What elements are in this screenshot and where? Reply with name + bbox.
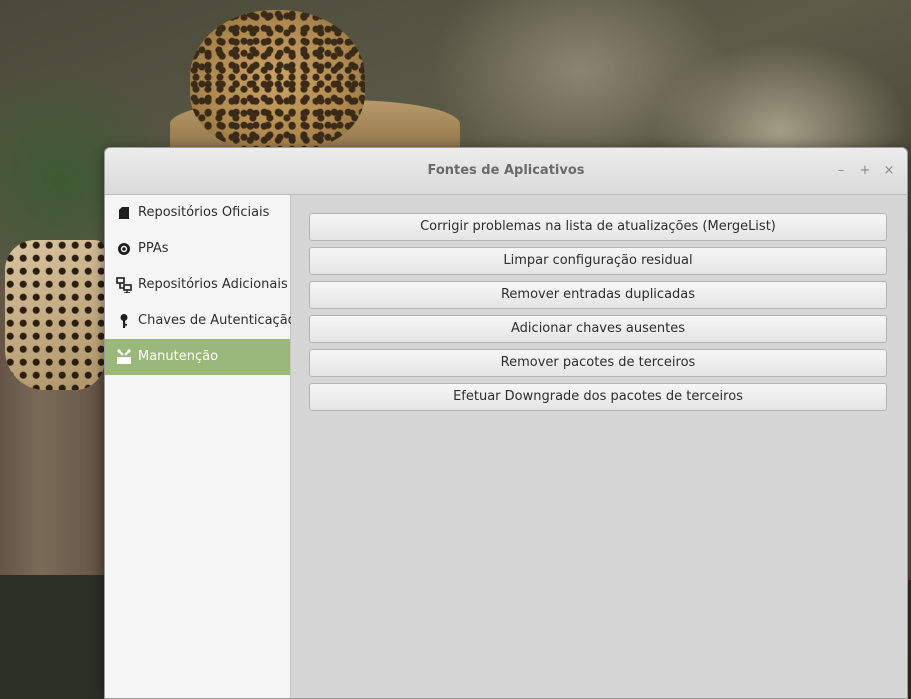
maintenance-icon: [117, 349, 131, 364]
sidebar-item-ppas[interactable]: PPAs: [105, 231, 290, 267]
sidebar-item-maintenance[interactable]: Manutenção: [105, 339, 290, 375]
remove-duplicate-entries-button[interactable]: Remover entradas duplicadas: [309, 281, 887, 309]
purge-residual-config-button[interactable]: Limpar configuração residual: [309, 247, 887, 275]
sidebar-item-label: Manutenção: [138, 349, 219, 364]
maximize-button[interactable]: +: [855, 161, 875, 181]
sidebar-item-label: Repositórios Oficiais: [138, 205, 270, 220]
close-button[interactable]: ×: [879, 161, 899, 181]
fix-mergelist-button[interactable]: Corrigir problemas na lista de atualizaç…: [309, 213, 887, 241]
sidebar-item-label: Chaves de Autenticação: [138, 313, 296, 328]
wallpaper-leopard-head: [190, 10, 365, 150]
sidebar-item-authentication-keys[interactable]: Chaves de Autenticação: [105, 303, 296, 339]
sidebar-item-label: PPAs: [138, 241, 169, 256]
remove-foreign-packages-button[interactable]: Remover pacotes de terceiros: [309, 349, 887, 377]
window-title: Fontes de Aplicativos: [427, 163, 585, 178]
wallpaper-leopard-paw: [5, 240, 105, 390]
maintenance-panel: Corrigir problemas na lista de atualizaç…: [291, 195, 907, 698]
ppa-icon: [118, 243, 130, 255]
window-titlebar[interactable]: Fontes de Aplicativos – + ×: [105, 148, 907, 195]
network-icon: [116, 277, 132, 293]
minimize-button[interactable]: –: [831, 161, 851, 181]
software-sources-window: Fontes de Aplicativos – + × Repositórios…: [104, 147, 908, 699]
sidebar: Repositórios Oficiais PPAs Repositórios …: [105, 195, 296, 698]
sidebar-item-label: Repositórios Adicionais: [138, 277, 288, 292]
sidebar-item-additional-repositories[interactable]: Repositórios Adicionais: [105, 267, 290, 303]
downgrade-foreign-packages-button[interactable]: Efetuar Downgrade dos pacotes de terceir…: [309, 383, 887, 411]
add-missing-keys-button[interactable]: Adicionar chaves ausentes: [309, 315, 887, 343]
package-icon: [119, 207, 129, 219]
wallpaper-ground: [0, 560, 120, 699]
sidebar-item-official-repositories[interactable]: Repositórios Oficiais: [105, 195, 290, 231]
key-icon: [120, 314, 128, 328]
